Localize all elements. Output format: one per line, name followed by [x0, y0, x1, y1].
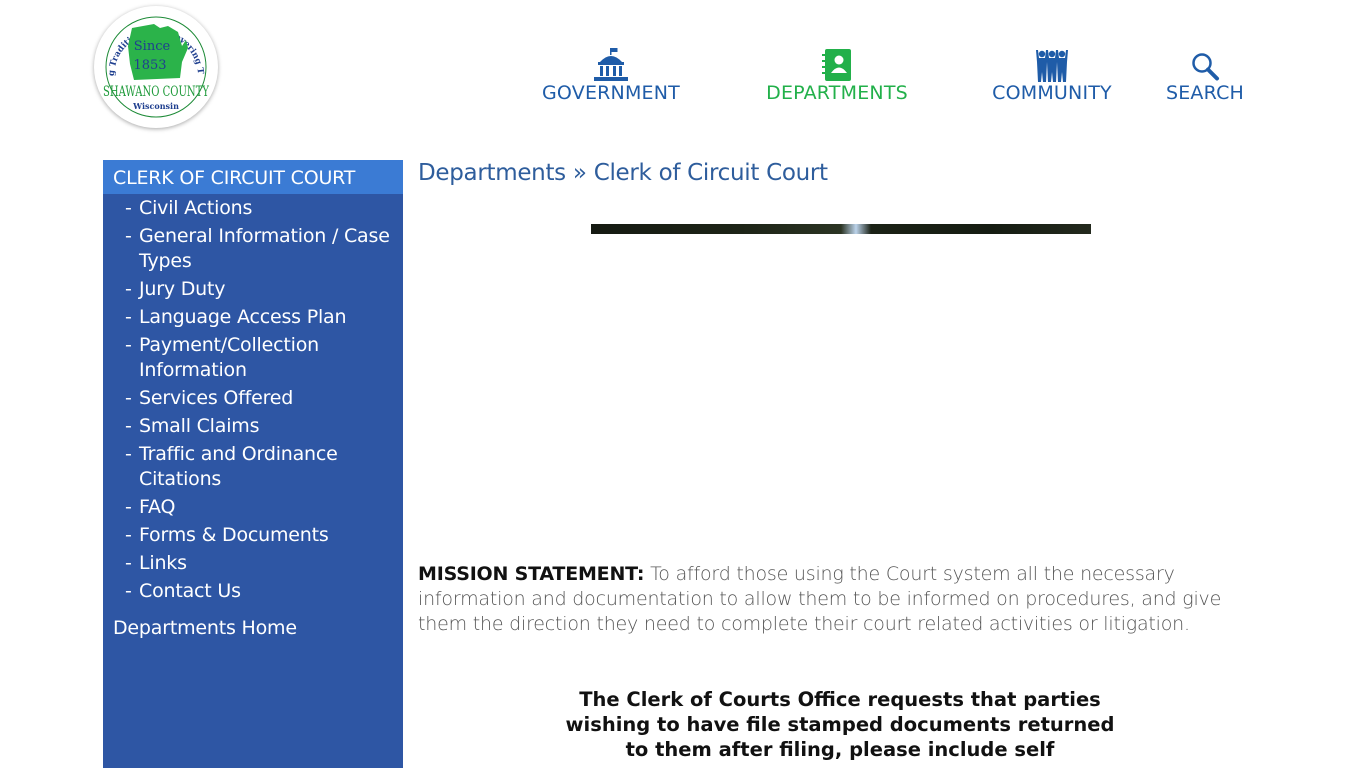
bullet-dash: -	[125, 415, 132, 437]
bullet-dash: -	[125, 225, 132, 247]
courthouse-banner-image	[591, 224, 1091, 234]
sidebar-item-label: Jury Duty	[139, 278, 226, 300]
breadcrumb: Departments » Clerk of Circuit Court	[418, 160, 828, 186]
sidebar-item-label: Links	[139, 552, 187, 574]
bullet-dash: -	[125, 334, 132, 356]
breadcrumb-separator: »	[572, 160, 587, 186]
nav-government-label: GOVERNMENT	[542, 82, 680, 104]
sidebar-item-jury-duty[interactable]: - Jury Duty	[125, 275, 403, 303]
bullet-dash: -	[125, 524, 132, 546]
sidebar-item-services-offered[interactable]: - Services Offered	[125, 384, 403, 412]
nav-departments-label: DEPARTMENTS	[766, 82, 908, 104]
sidebar-item-forms-documents[interactable]: - Forms & Documents	[125, 521, 403, 549]
department-sidebar: CLERK OF CIRCUIT COURT - Civil Actions -G…	[103, 160, 403, 768]
sidebar-item-label: Language Access Plan	[139, 306, 347, 328]
nav-search[interactable]: SEARCH	[1162, 44, 1248, 104]
sidebar-menu: - Civil Actions - General Information / Ca…	[103, 194, 403, 605]
sidebar-item-general-information[interactable]: - General Information / Case Types	[125, 222, 403, 275]
bullet-dash: -	[125, 387, 132, 409]
capitol-building-icon	[591, 44, 631, 82]
bullet-dash: -	[125, 443, 132, 465]
sidebar-item-label: General Information / Case Types	[139, 225, 390, 272]
mission-statement: MISSION STATEMENT: To afford those using…	[418, 562, 1268, 637]
bullet-dash: -	[125, 197, 132, 219]
sidebar-item-small-claims[interactable]: - Small Claims	[125, 412, 403, 440]
nav-government[interactable]: GOVERNMENT	[533, 44, 689, 104]
sidebar-item-faq[interactable]: - FAQ	[125, 493, 403, 521]
bullet-dash: -	[125, 306, 132, 328]
sidebar-item-contact-us[interactable]: - Contact Us	[125, 577, 403, 605]
nav-community[interactable]: COMMUNITY	[984, 44, 1120, 104]
people-group-icon	[1034, 44, 1070, 82]
bullet-dash: -	[125, 552, 132, 574]
sidebar-item-payment-collection[interactable]: - Payment/Collection Information	[125, 331, 403, 384]
mission-statement-label: MISSION STATEMENT:	[418, 563, 645, 585]
address-book-icon	[821, 44, 853, 82]
bullet-dash: -	[125, 496, 132, 518]
sidebar-item-traffic-ordinance[interactable]: - Traffic and Ordinance Citations	[125, 440, 403, 493]
sidebar-item-civil-actions[interactable]: - Civil Actions	[125, 194, 403, 222]
sidebar-item-language-access-plan[interactable]: - Language Access Plan	[125, 303, 403, 331]
departments-home-link[interactable]: Departments Home	[103, 615, 403, 641]
sidebar-item-label: Contact Us	[139, 580, 241, 602]
sidebar-item-label: Civil Actions	[139, 197, 253, 219]
main-navigation: GOVERNMENT DEPARTMENTS COMMUNITY SEARCH	[0, 44, 1366, 114]
sidebar-item-links[interactable]: - Links	[125, 549, 403, 577]
nav-community-label: COMMUNITY	[992, 82, 1112, 104]
sidebar-item-label: Small Claims	[139, 415, 260, 437]
sidebar-item-label: FAQ	[139, 496, 176, 518]
file-stamp-notice: The Clerk of Courts Office requests that…	[565, 688, 1115, 761]
sidebar-item-label: Forms & Documents	[139, 524, 329, 546]
sidebar-item-label: Traffic and Ordinance Citations	[139, 443, 338, 490]
bullet-dash: -	[125, 580, 132, 602]
sidebar-item-label: Services Offered	[139, 387, 294, 409]
sidebar-item-label: Payment/Collection Information	[139, 334, 319, 381]
sidebar-heading[interactable]: CLERK OF CIRCUIT COURT	[103, 160, 403, 194]
magnifier-icon	[1190, 44, 1220, 82]
breadcrumb-departments-link[interactable]: Departments	[418, 160, 566, 186]
bullet-dash: -	[125, 278, 132, 300]
nav-search-label: SEARCH	[1165, 82, 1245, 104]
breadcrumb-current: Clerk of Circuit Court	[593, 160, 828, 186]
nav-departments[interactable]: DEPARTMENTS	[756, 44, 918, 104]
